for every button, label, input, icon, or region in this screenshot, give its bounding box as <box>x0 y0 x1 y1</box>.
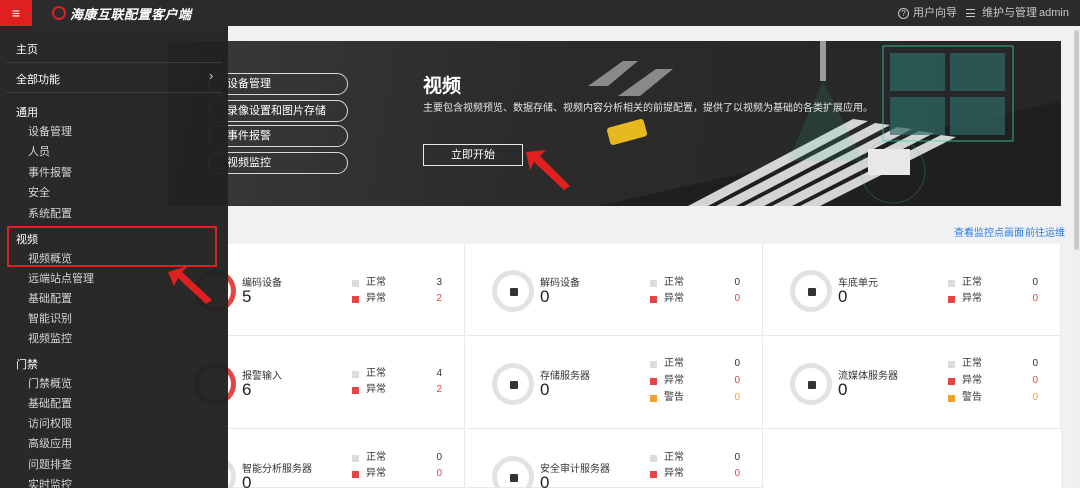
device-cards: 编码设备 5 正常 3 异常 2 解码设备 0 正常 0 异常 0 车底单元 0 正常 0… <box>168 244 1061 488</box>
stat-normal: 正常 0 <box>650 451 740 465</box>
stat-normal: 正常 0 <box>948 276 1038 290</box>
top-bar: ≡ 海康互联配置客户端 ? 用户向导 维护与管理 admin <box>0 0 1080 26</box>
sidebar-item-system-config[interactable]: 系统配置 <box>28 205 72 221</box>
username: admin <box>1039 7 1069 19</box>
card-audit-server[interactable]: 安全审计服务器 0 正常 0 异常 0 <box>466 430 763 488</box>
maintenance-label: 维护与管理 <box>982 7 1037 19</box>
stat-normal: 正常 4 <box>352 367 442 381</box>
banner-title: 视频 <box>423 76 462 97</box>
annotation-arrow-icon <box>526 150 570 190</box>
menu-button[interactable]: ≡ <box>0 0 32 26</box>
stat-normal: 正常 0 <box>352 451 442 465</box>
card-storage-server[interactable]: 存储服务器 0 正常 0 异常 0 警告 0 <box>466 337 763 429</box>
sidebar-item-access-overview[interactable]: 门禁概览 <box>28 375 72 391</box>
stat-warning: 警告 0 <box>650 391 740 405</box>
sidebar-item-security[interactable]: 安全 <box>28 184 50 200</box>
banner-description: 主要包含视频预览、数据存储、视频内容分析相关的前提配置，提供了以视频为基础的各类… <box>423 103 873 114</box>
menu-icon: ≡ <box>11 5 21 21</box>
user-guide-link[interactable]: ? 用户向导 <box>898 0 957 26</box>
card-under-vehicle-unit[interactable]: 车底单元 0 正常 0 异常 0 <box>764 244 1061 336</box>
status-ring <box>492 456 534 488</box>
user-menu[interactable]: admin <box>1039 0 1069 26</box>
street-illustration <box>588 41 1061 206</box>
brand-logo-icon <box>52 6 66 20</box>
question-circle-icon: ? <box>898 7 909 19</box>
view-monitor-points-link[interactable]: 查看监控点画面 <box>954 224 1024 239</box>
sidebar-item-basic-config[interactable]: 基础配置 <box>28 290 72 306</box>
banner-link-device-mgmt[interactable]: 设备管理 <box>208 73 348 95</box>
stat-error: 异常 0 <box>948 374 1038 388</box>
scrollbar-thumb[interactable] <box>1074 30 1079 250</box>
annotation-arrow-icon <box>168 266 212 304</box>
sidebar-group-general: 通用 <box>16 107 38 119</box>
stat-error: 异常 0 <box>352 467 442 481</box>
sidebar-all-functions[interactable]: 全部功能 <box>16 71 60 87</box>
sidebar-item-access-permission[interactable]: 访问权限 <box>28 415 72 431</box>
sidebar-menu: 主页 全部功能 › 通用 设备管理 人员 事件报警 安全 系统配置 视频 视频概… <box>0 26 228 488</box>
sidebar-home[interactable]: 主页 <box>16 41 38 57</box>
banner-link-event-alarm[interactable]: 事件报警 <box>208 125 348 147</box>
divider <box>6 62 222 63</box>
banner-link-recording[interactable]: 录像设置和图片存储 <box>208 100 348 122</box>
sidebar-item-device-mgmt[interactable]: 设备管理 <box>28 123 72 139</box>
sidebar-item-video-monitor[interactable]: 视频监控 <box>28 330 72 346</box>
stat-warning: 警告 0 <box>948 391 1038 405</box>
card-count: 5 <box>242 287 252 306</box>
brand-title: 海康互联配置客户端 <box>70 6 192 22</box>
status-ring <box>790 270 832 312</box>
sidebar-item-realtime-monitor[interactable]: 实时监控 <box>28 476 72 488</box>
server-icon <box>510 474 518 482</box>
card-count: 6 <box>242 380 252 399</box>
status-ring <box>492 363 534 405</box>
sidebar-item-advanced-app[interactable]: 高级应用 <box>28 435 72 451</box>
divider <box>6 92 222 93</box>
server-icon <box>808 381 816 389</box>
status-ring <box>492 270 534 312</box>
sidebar-item-event-alarm[interactable]: 事件报警 <box>28 164 72 180</box>
sidebar-group-video: 视频 <box>16 234 38 246</box>
card-count: 0 <box>838 287 848 306</box>
card-title: 安全审计服务器 <box>540 464 610 475</box>
stat-normal: 正常 0 <box>650 276 740 290</box>
decoder-icon <box>510 288 518 296</box>
card-title: 智能分析服务器 <box>242 464 312 475</box>
sidebar-item-video-overview[interactable]: 视频概览 <box>28 250 72 266</box>
card-count: 0 <box>540 473 550 488</box>
maintenance-link[interactable]: 维护与管理 <box>966 0 1037 26</box>
card-count: 0 <box>540 287 550 306</box>
stat-error: 异常 0 <box>650 292 740 306</box>
vehicle-unit-icon <box>808 288 816 296</box>
video-banner: 设备管理 录像设置和图片存储 事件报警 视频监控 视频 主要包含视频预览、数据存… <box>168 41 1061 206</box>
sidebar-item-remote-site[interactable]: 远端站点管理 <box>28 270 94 286</box>
stat-error: 异常 0 <box>650 467 740 481</box>
sidebar-item-access-basic[interactable]: 基础配置 <box>28 395 72 411</box>
user-guide-label: 用户向导 <box>913 7 957 19</box>
server-icon <box>510 381 518 389</box>
stat-error: 异常 0 <box>948 292 1038 306</box>
stat-normal: 正常 0 <box>650 357 740 371</box>
sidebar-item-people[interactable]: 人员 <box>28 143 50 159</box>
stat-normal: 正常 0 <box>948 357 1038 371</box>
stat-error: 异常 0 <box>650 374 740 388</box>
chevron-right-icon: › <box>209 68 214 83</box>
start-button[interactable]: 立即开始 <box>423 144 523 166</box>
stat-error: 异常 2 <box>352 292 442 306</box>
sidebar-item-smart-recognition[interactable]: 智能识别 <box>28 310 72 326</box>
card-count: 0 <box>242 473 252 488</box>
card-count: 0 <box>838 380 848 399</box>
card-decoding-device[interactable]: 解码设备 0 正常 0 异常 0 <box>466 244 763 336</box>
list-icon <box>966 9 975 17</box>
banner-link-video-monitor[interactable]: 视频监控 <box>208 152 348 174</box>
goto-operations-link[interactable]: 前往运维 <box>1025 224 1065 239</box>
sidebar-group-access: 门禁 <box>16 359 38 371</box>
status-ring <box>790 363 832 405</box>
page-scrollbar[interactable] <box>1073 26 1080 488</box>
stat-error: 异常 2 <box>352 383 442 397</box>
card-streaming-server[interactable]: 流媒体服务器 0 正常 0 异常 0 警告 0 <box>764 337 1061 429</box>
sidebar-item-troubleshoot[interactable]: 问题排查 <box>28 456 72 472</box>
card-count: 0 <box>540 380 550 399</box>
stat-normal: 正常 3 <box>352 276 442 290</box>
brand: 海康互联配置客户端 <box>52 4 192 22</box>
